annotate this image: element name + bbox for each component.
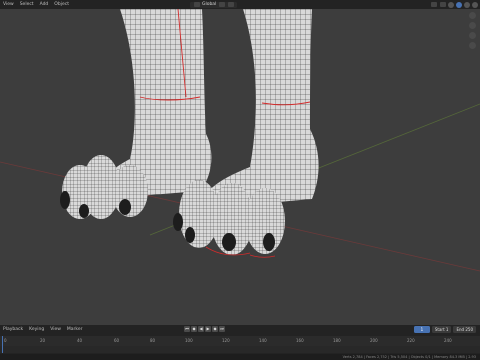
- claw-right-1: [173, 213, 183, 231]
- prev-keyframe-icon[interactable]: ◆: [191, 326, 197, 332]
- menu-object[interactable]: Object: [51, 0, 72, 9]
- wireframe-shading-button[interactable]: [448, 1, 454, 8]
- menu-keying[interactable]: Keying: [26, 325, 47, 334]
- timeline-panel: Playback Keying View Marker ⏮ ◆ ◀ ▶ ◆ ⏭ …: [0, 325, 480, 360]
- orientation-dropdown[interactable]: Global: [189, 1, 238, 8]
- solid-shading-button[interactable]: [456, 1, 462, 8]
- start-value: 1: [445, 327, 449, 332]
- frame-fields: 1 Start 1 End 250: [413, 326, 476, 333]
- material-shading-button[interactable]: [464, 1, 470, 8]
- zoom-icon[interactable]: [469, 12, 476, 19]
- ruler-label: 0: [4, 338, 7, 343]
- menu-playback[interactable]: Playback: [0, 325, 26, 334]
- start-label: Start: [434, 327, 445, 332]
- next-keyframe-icon[interactable]: ◆: [212, 326, 218, 332]
- ruler-label: 200: [370, 338, 378, 343]
- menu-add[interactable]: Add: [37, 0, 52, 9]
- end-frame-field[interactable]: End 250: [453, 326, 476, 333]
- claw-left-1: [60, 191, 70, 209]
- overlay-toggle-icon[interactable]: [431, 2, 437, 7]
- proportional-edit-icon: [228, 2, 235, 7]
- end-value: 250: [465, 327, 473, 332]
- ruler-label: 60: [114, 338, 120, 343]
- claw-left-3: [119, 199, 131, 215]
- camera-view-icon[interactable]: [469, 32, 476, 39]
- viewport-scene: [0, 9, 480, 272]
- ruler-label: 140: [259, 338, 267, 343]
- ruler-label: 40: [77, 338, 83, 343]
- frame-ruler[interactable]: 0 20 40 60 80 100 120 140 160 180 200 22…: [0, 336, 480, 346]
- snap-icon: [219, 2, 226, 7]
- ruler-label: 80: [150, 338, 156, 343]
- jump-start-icon[interactable]: ⏮: [184, 326, 190, 332]
- menu-view[interactable]: View: [0, 0, 17, 9]
- claw-right-4: [263, 233, 275, 251]
- timeline-header: Playback Keying View Marker ⏮ ◆ ◀ ▶ ◆ ⏭ …: [0, 325, 480, 334]
- claw-right-3: [222, 233, 236, 251]
- orientation-label: Global: [201, 1, 217, 7]
- ruler-label: 180: [333, 338, 341, 343]
- right-leg-mesh: [200, 9, 319, 209]
- ruler-label: 220: [407, 338, 415, 343]
- current-frame-field[interactable]: 1: [413, 326, 430, 333]
- start-frame-field[interactable]: Start 1: [431, 326, 452, 333]
- perspective-toggle-icon[interactable]: [469, 42, 476, 49]
- rendered-shading-button[interactable]: [472, 1, 478, 8]
- shading-controls: [430, 0, 478, 9]
- ruler-label: 20: [40, 338, 46, 343]
- playback-controls: ⏮ ◆ ◀ ▶ ◆ ⏭: [184, 326, 225, 332]
- pan-hand-icon[interactable]: [469, 22, 476, 29]
- scene-stats: Verts 2,784 | Faces 2,752 | Tris 5,504 |…: [342, 355, 476, 359]
- navigation-gizmo: [469, 12, 476, 49]
- jump-end-icon[interactable]: ⏭: [219, 326, 225, 332]
- xray-toggle-icon[interactable]: [440, 2, 446, 7]
- blender-window: { "header": { "menus": ["View", "Select"…: [0, 0, 480, 360]
- play-icon[interactable]: ▶: [205, 326, 211, 332]
- status-bar: Verts 2,784 | Faces 2,752 | Tris 5,504 |…: [0, 354, 480, 360]
- ruler-label: 100: [185, 338, 193, 343]
- playhead[interactable]: [2, 336, 3, 353]
- play-reverse-icon[interactable]: ◀: [198, 326, 204, 332]
- ruler-label: 240: [444, 338, 452, 343]
- transform-pivot-icon: [193, 2, 200, 7]
- menu-marker[interactable]: Marker: [64, 325, 86, 334]
- keyframe-area[interactable]: [0, 346, 480, 353]
- right-paw-toes: [173, 180, 285, 258]
- ruler-label: 160: [296, 338, 304, 343]
- claw-right-2: [185, 227, 195, 243]
- end-label: End: [456, 327, 465, 332]
- menu-select[interactable]: Select: [17, 0, 37, 9]
- menu-timeline-view[interactable]: View: [47, 325, 64, 334]
- ruler-label: 120: [222, 338, 230, 343]
- claw-left-2: [79, 204, 89, 218]
- viewport-header: View Select Add Object Global: [0, 0, 480, 9]
- 3d-viewport[interactable]: [0, 9, 480, 325]
